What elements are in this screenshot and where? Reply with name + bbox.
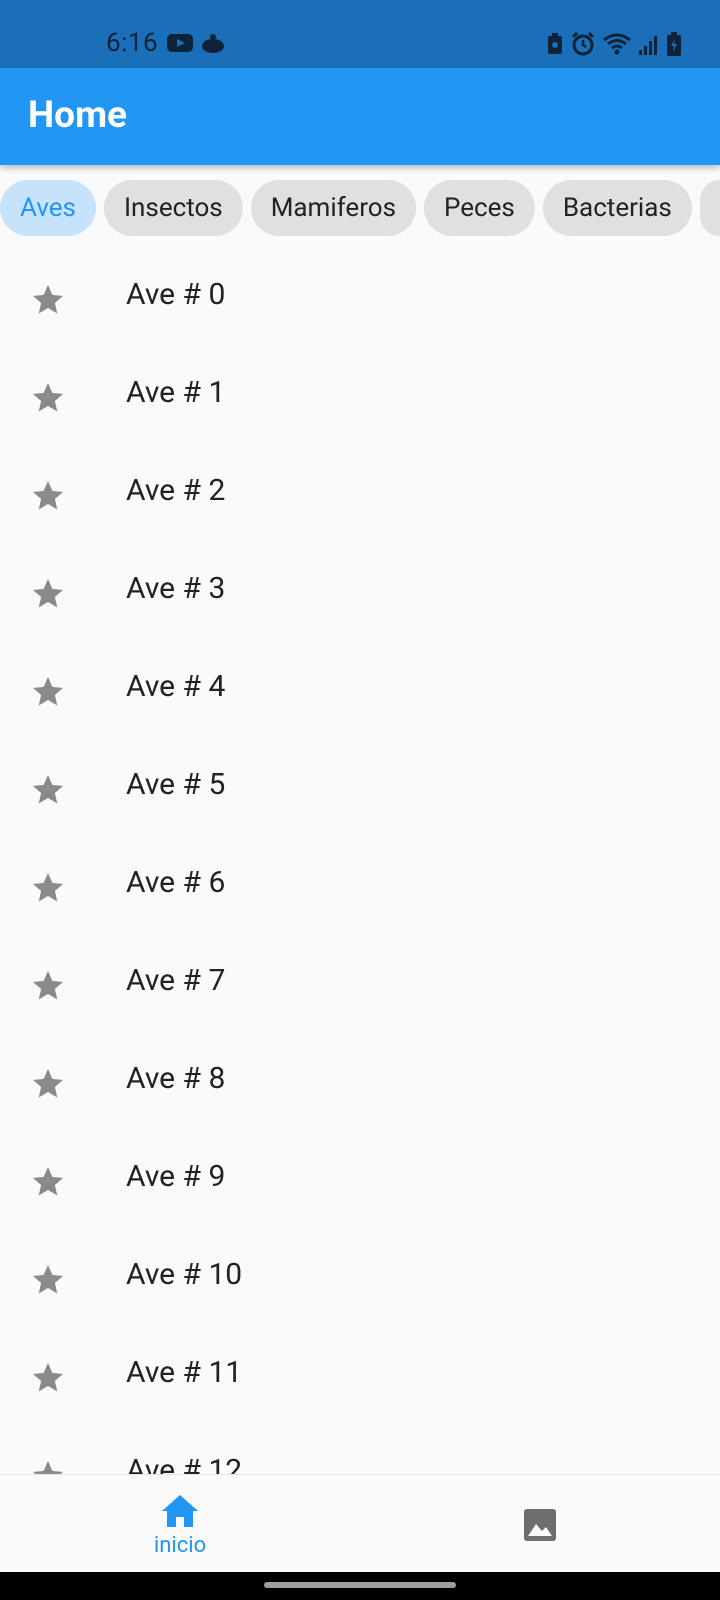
list-item[interactable]: Ave # 9 (0, 1132, 720, 1230)
list-item[interactable]: Ave # 10 (0, 1230, 720, 1328)
chip-aves[interactable]: Aves (0, 180, 96, 236)
youtube-icon (166, 32, 194, 54)
list-item[interactable]: Ave # 11 (0, 1328, 720, 1426)
star-icon[interactable] (30, 772, 66, 808)
star-icon[interactable] (30, 1066, 66, 1102)
chip-peces[interactable]: Peces (424, 180, 535, 236)
star-icon[interactable] (30, 1458, 66, 1475)
list-item-label: Ave # 0 (126, 277, 226, 312)
star-icon[interactable] (30, 380, 66, 416)
list-item[interactable]: Ave # 1 (0, 348, 720, 446)
signal-icon (638, 32, 660, 56)
status-time: 6:16 (106, 28, 159, 58)
list-item-label: Ave # 1 (126, 375, 226, 410)
chip-partial[interactable] (699, 180, 720, 236)
list-item-label: Ave # 12 (126, 1453, 243, 1475)
chip-label: Bacterias (562, 193, 672, 223)
star-icon[interactable] (30, 282, 66, 318)
screen: 6:16 Home Aves Insectos Mamiferos Peces … (0, 0, 720, 1600)
home-icon (162, 1495, 198, 1527)
list-item[interactable]: Ave # 6 (0, 838, 720, 936)
app-title: Home (28, 94, 128, 137)
chip-label: Peces (444, 193, 515, 223)
list-item-label: Ave # 11 (126, 1355, 243, 1390)
chip-insectos[interactable]: Insectos (103, 180, 243, 236)
star-icon[interactable] (30, 1360, 66, 1396)
app-bar: Home (0, 68, 720, 165)
wifi-icon (602, 32, 632, 56)
chip-label: Insectos (123, 193, 223, 223)
image-icon (524, 1509, 556, 1541)
status-right-icons (546, 31, 682, 57)
list-item-label: Ave # 7 (126, 963, 226, 998)
gesture-handle[interactable] (264, 1582, 456, 1588)
list-item[interactable]: Ave # 12 (0, 1426, 720, 1475)
battery-charging-icon (666, 31, 682, 57)
alarm-icon (570, 31, 596, 57)
list-item-label: Ave # 10 (126, 1257, 243, 1292)
list-item[interactable]: Ave # 0 (0, 250, 720, 348)
list-item-label: Ave # 4 (126, 669, 226, 704)
chip-mamiferos[interactable]: Mamiferos (250, 180, 417, 236)
list-item[interactable]: Ave # 8 (0, 1034, 720, 1132)
list-item[interactable]: Ave # 7 (0, 936, 720, 1034)
star-icon[interactable] (30, 576, 66, 612)
list-item[interactable]: Ave # 2 (0, 446, 720, 544)
category-chips[interactable]: Aves Insectos Mamiferos Peces Bacterias (0, 180, 720, 236)
notification-app-icon (200, 32, 226, 54)
chip-label: Aves (20, 193, 76, 223)
chip-label: Mamiferos (270, 193, 397, 223)
nav-item-gallery[interactable] (360, 1475, 720, 1573)
status-left-icons (166, 32, 226, 54)
star-icon[interactable] (30, 674, 66, 710)
nav-item-inicio[interactable]: inicio (0, 1475, 360, 1573)
star-icon[interactable] (30, 1262, 66, 1298)
star-icon[interactable] (30, 478, 66, 514)
list-item-label: Ave # 2 (126, 473, 226, 508)
bottom-navigation: inicio (0, 1474, 720, 1572)
list-item[interactable]: Ave # 5 (0, 740, 720, 838)
list-item-label: Ave # 6 (126, 865, 226, 900)
chip-bacterias[interactable]: Bacterias (542, 180, 692, 236)
list-item-label: Ave # 5 (126, 767, 226, 802)
star-icon[interactable] (30, 968, 66, 1004)
list-item-label: Ave # 8 (126, 1061, 226, 1096)
nav-label-inicio: inicio (153, 1533, 207, 1558)
battery-saver-icon (546, 32, 564, 56)
list-item-label: Ave # 9 (126, 1159, 226, 1194)
list-item[interactable]: Ave # 4 (0, 642, 720, 740)
system-gesture-bar (0, 1572, 720, 1600)
star-icon[interactable] (30, 870, 66, 906)
list-item-label: Ave # 3 (126, 571, 226, 606)
star-icon[interactable] (30, 1164, 66, 1200)
list-item[interactable]: Ave # 3 (0, 544, 720, 642)
species-list[interactable]: Ave # 0 Ave # 1 Ave # 2 Ave # 3 Ave # 4 … (0, 250, 720, 1475)
status-bar: 6:16 (0, 0, 720, 68)
